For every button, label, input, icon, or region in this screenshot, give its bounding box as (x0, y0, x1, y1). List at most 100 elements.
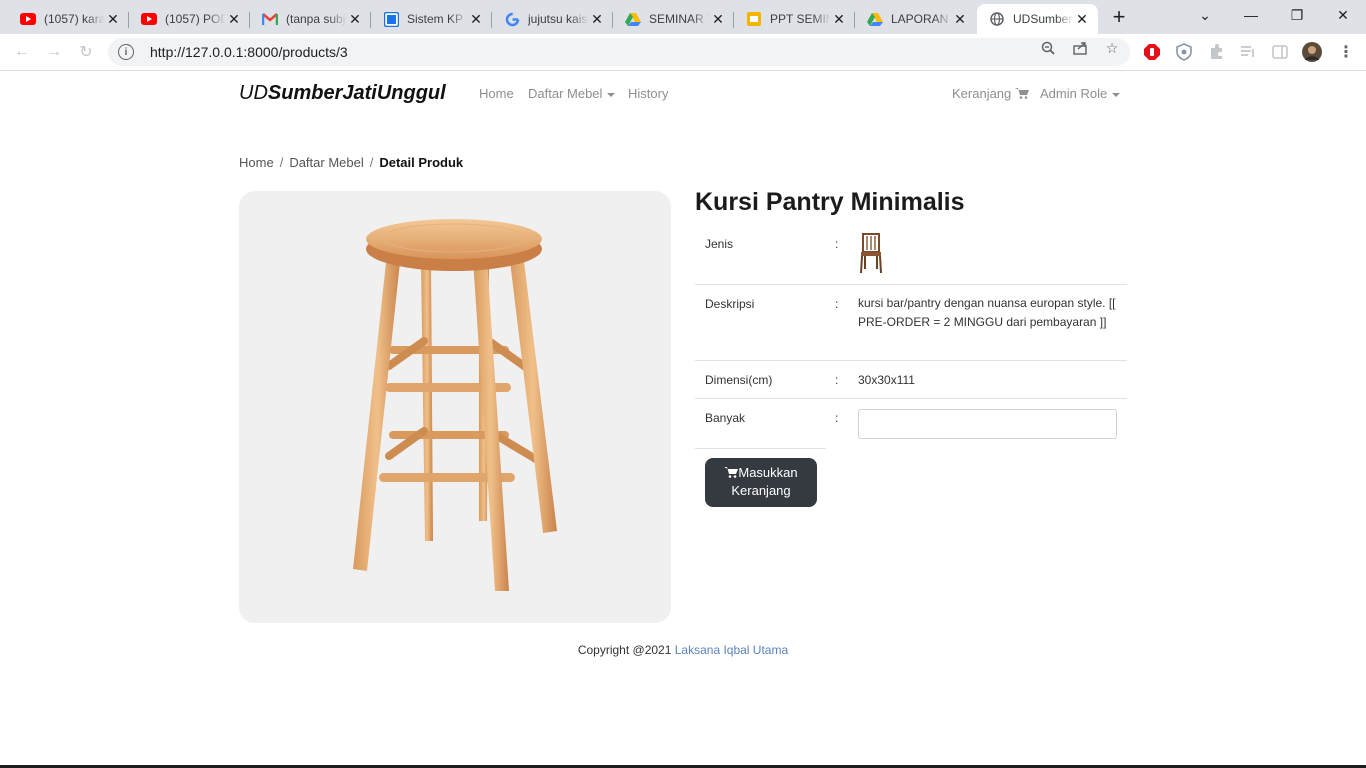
shield-extension-icon[interactable] (1174, 42, 1194, 62)
browser-tab-strip: (1057) karaoke ✕ (1057) PODCAST ✕ (tanpa… (0, 0, 1366, 34)
browser-tab[interactable]: (tanpa subjek) ✕ (250, 4, 371, 34)
browser-tab[interactable]: jujutsu kaisen ✕ (492, 4, 613, 34)
site-info-icon[interactable]: i (118, 44, 134, 60)
globe-icon (989, 11, 1005, 27)
add-to-cart-button[interactable]: Masukkan Keranjang (705, 458, 817, 507)
browser-tab[interactable]: (1057) PODCAST ✕ (129, 4, 250, 34)
new-tab-button[interactable]: + (1105, 4, 1133, 29)
browser-tab[interactable]: Sistem KP ✕ (371, 4, 492, 34)
breadcrumb-separator: / (369, 155, 374, 170)
detail-colon: : (835, 373, 839, 387)
share-icon[interactable] (1072, 40, 1088, 56)
tab-title: (tanpa subjek) (286, 12, 347, 26)
minimize-button[interactable]: — (1228, 0, 1274, 30)
breadcrumb-current: Detail Produk (379, 155, 464, 170)
footer: Copyright @2021 Laksana Iqbal Utama (0, 643, 1366, 657)
close-icon[interactable]: ✕ (831, 11, 847, 27)
tab-search-icon[interactable]: ⌄ (1182, 0, 1228, 30)
adblock-extension-icon[interactable] (1142, 42, 1162, 62)
site-logo[interactable]: UDSumberJatiUnggul (239, 82, 446, 105)
nav-home[interactable]: Home (479, 86, 514, 101)
breadcrumb-home[interactable]: Home (239, 155, 274, 170)
address-bar[interactable]: i http://127.0.0.1:8000/products/3 (108, 38, 1130, 66)
profile-avatar[interactable] (1302, 42, 1322, 62)
detail-label: Banyak (705, 411, 746, 425)
detail-colon: : (835, 237, 839, 251)
bookmark-star-icon[interactable]: ☆ (1104, 40, 1120, 56)
gmail-icon (262, 11, 278, 27)
zoom-icon[interactable] (1040, 40, 1056, 56)
breadcrumb-separator: / (279, 155, 284, 170)
breadcrumb-daftar-mebel[interactable]: Daftar Mebel (289, 155, 363, 170)
restore-button[interactable]: ❐ (1274, 0, 1320, 30)
product-image (239, 191, 671, 623)
cart-icon (1014, 86, 1029, 101)
cart-icon (724, 465, 739, 480)
drive-icon (625, 11, 641, 27)
divider (695, 448, 826, 449)
detail-row-banyak: Banyak : (695, 399, 1127, 449)
detail-row-jenis: Jenis : (695, 223, 1127, 285)
reload-icon[interactable]: ↻ (74, 40, 98, 64)
close-icon[interactable]: ✕ (105, 11, 121, 27)
tab-title: LAPORAN (891, 12, 949, 26)
reading-list-icon[interactable] (1238, 42, 1258, 62)
close-icon[interactable]: ✕ (1074, 11, 1090, 27)
close-icon[interactable]: ✕ (468, 11, 484, 27)
author-link[interactable]: Laksana Iqbal Utama (675, 643, 788, 657)
browser-menu-icon[interactable]: ⋮ (1336, 42, 1356, 62)
tab-title: Sistem KP (407, 12, 464, 26)
browser-tab[interactable]: PPT SEMINAR ✕ (734, 4, 855, 34)
url-text[interactable]: http://127.0.0.1:8000/products/3 (150, 44, 348, 60)
detail-label: Dimensi(cm) (705, 373, 773, 387)
nav-cart-label: Keranjang (952, 86, 1012, 101)
bar-stool-image (353, 219, 557, 591)
extensions-puzzle-icon[interactable] (1206, 42, 1226, 62)
product-title: Kursi Pantry Minimalis (695, 188, 965, 216)
detail-colon: : (835, 411, 839, 425)
add-to-cart-label-1: Masukkan (738, 465, 798, 480)
breadcrumb: Home / Daftar Mebel / Detail Produk (239, 155, 463, 170)
forward-icon[interactable]: → (42, 40, 66, 64)
jenis-chair-icon (858, 232, 1118, 280)
tab-title: jujutsu kaisen (528, 12, 589, 26)
youtube-icon (141, 11, 157, 27)
browser-tab[interactable]: LAPORAN ✕ (855, 4, 976, 34)
drive-icon (867, 11, 883, 27)
window-close-button[interactable]: ✕ (1320, 0, 1366, 30)
product-description: kursi bar/pantry dengan nuansa europan s… (858, 296, 1116, 329)
brand-name: SumberJatiUnggul (267, 82, 446, 104)
detail-row-dimensi: Dimensi(cm) : 30x30x111 (695, 361, 1127, 399)
product-dimension: 30x30x111 (858, 373, 915, 387)
nav-cart[interactable]: Keranjang (952, 86, 1029, 101)
browser-tab[interactable]: (1057) karaoke ✕ (8, 4, 129, 34)
nav-daftar-mebel-dropdown[interactable]: Daftar Mebel (528, 86, 616, 101)
nav-history[interactable]: History (628, 86, 668, 101)
detail-row-deskripsi: Deskripsi : kursi bar/pantry dengan nuan… (695, 285, 1127, 361)
detail-label: Deskripsi (705, 297, 755, 311)
nav-daftar-label: Daftar Mebel (528, 86, 603, 101)
close-icon[interactable]: ✕ (226, 11, 242, 27)
tab-title: (1057) PODCAST (165, 12, 226, 26)
quantity-input[interactable] (858, 409, 1117, 439)
close-icon[interactable]: ✕ (710, 11, 726, 27)
side-panel-icon[interactable] (1270, 42, 1290, 62)
add-to-cart-label-2: Keranjang (731, 483, 791, 498)
back-icon[interactable]: ← (10, 40, 34, 64)
page-content: UDSumberJatiUnggul Home Daftar Mebel His… (0, 71, 1366, 768)
browser-toolbar: ← → ↻ i http://127.0.0.1:8000/products/3… (0, 34, 1366, 71)
nav-admin-dropdown[interactable]: Admin Role (1040, 86, 1121, 101)
browser-tab[interactable]: SEMINAR TA ✕ (613, 4, 734, 34)
close-icon[interactable]: ✕ (347, 11, 363, 27)
tab-title: SEMINAR TA (649, 12, 710, 26)
youtube-icon (20, 11, 36, 27)
tab-title: UDSumberJati (1013, 12, 1074, 26)
google-icon (504, 11, 520, 27)
close-icon[interactable]: ✕ (589, 11, 605, 27)
close-icon[interactable]: ✕ (952, 11, 968, 27)
product-detail-table: Jenis : Deskripsi : kursi bar/pantry den… (695, 223, 1127, 449)
brand-prefix: UD (239, 82, 268, 104)
browser-tab-active[interactable]: UDSumberJati ✕ (977, 4, 1098, 34)
tab-title: (1057) karaoke (44, 12, 105, 26)
slides-icon (746, 11, 762, 27)
